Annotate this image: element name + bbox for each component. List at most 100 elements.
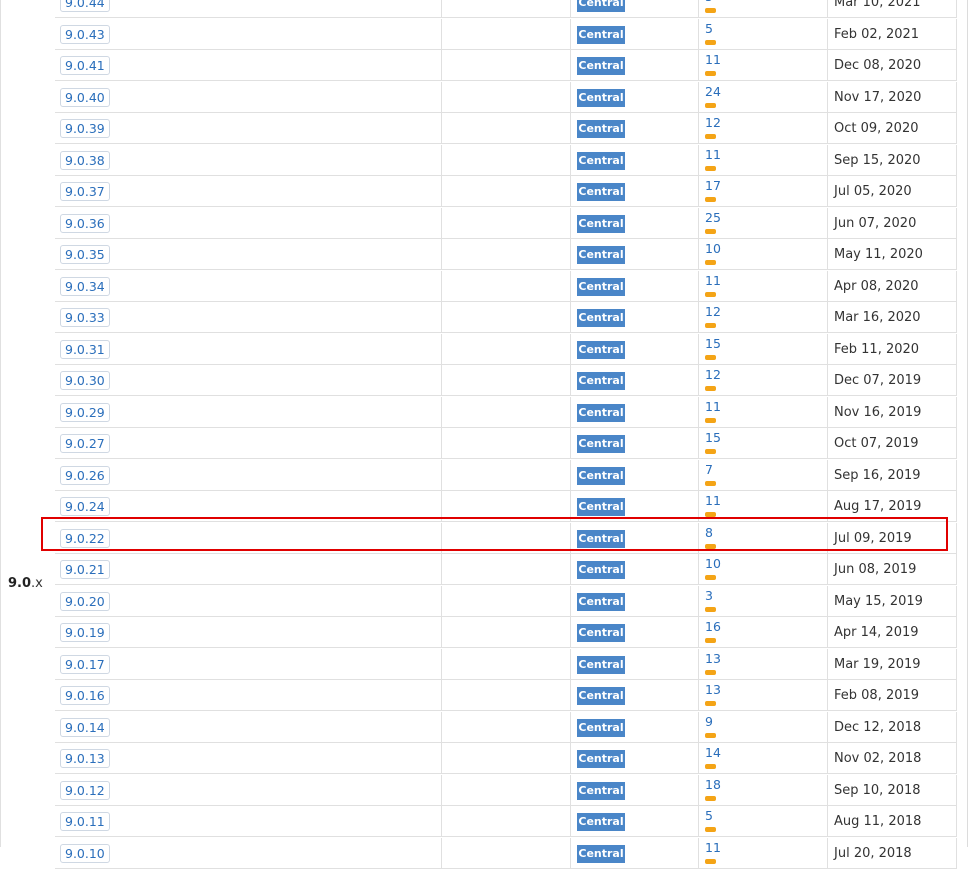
usages-link[interactable]: 3 [705,588,713,603]
usage-bar [705,355,716,360]
use-cell [699,806,828,837]
release-date: Sep 16, 2019 [834,468,921,483]
repository-badge[interactable]: Central [577,372,625,390]
version-link[interactable]: 9.0.33 [60,308,110,327]
mid-cell [442,50,571,81]
version-link[interactable]: 9.0.39 [60,119,110,138]
usages-link[interactable]: 11 [705,399,721,414]
usages-link[interactable]: 13 [705,651,721,666]
repository-badge[interactable]: Central [577,719,625,737]
usages-link[interactable]: 12 [705,304,721,319]
release-date: May 11, 2020 [834,247,923,262]
repository-badge[interactable]: Central [577,309,625,327]
usages-link[interactable]: 17 [705,178,721,193]
version-link[interactable]: 9.0.44 [60,0,110,12]
version-link[interactable]: 9.0.13 [60,749,110,768]
repository-badge[interactable]: Central [577,845,625,863]
release-date: Dec 08, 2020 [834,58,922,73]
version-link[interactable]: 9.0.11 [60,812,110,831]
usages-link[interactable]: 18 [705,777,721,792]
usages-link[interactable]: 11 [705,52,721,67]
version-link[interactable]: 9.0.14 [60,718,110,737]
repository-badge[interactable]: Central [577,246,625,264]
table-row: 9.0.35 Central 10 May 11, 2020 [0,239,977,270]
ver-cell [55,19,442,50]
usages-link[interactable]: 12 [705,115,721,130]
repository-badge[interactable]: Central [577,183,625,201]
version-link[interactable]: 9.0.43 [60,25,110,44]
version-link[interactable]: 9.0.40 [60,88,110,107]
repository-badge[interactable]: Central [577,215,625,233]
usages-link[interactable]: 7 [705,462,713,477]
version-link[interactable]: 9.0.30 [60,371,110,390]
usages-link[interactable]: 5 [705,808,713,823]
repository-badge[interactable]: Central [577,467,625,485]
usages-link[interactable]: 11 [705,493,721,508]
version-link[interactable]: 9.0.29 [60,403,110,422]
usages-link[interactable]: 10 [705,556,721,571]
mid-cell [442,554,571,585]
release-date: Jun 08, 2019 [834,562,917,577]
usages-link[interactable]: 15 [705,336,721,351]
repository-badge[interactable]: Central [577,152,625,170]
repository-badge[interactable]: Central [577,498,625,516]
version-link[interactable]: 9.0.26 [60,466,110,485]
version-link[interactable]: 9.0.20 [60,592,110,611]
usages-link[interactable]: 25 [705,210,721,225]
usages-link[interactable]: 5 [705,0,713,4]
usages-link[interactable]: 13 [705,682,721,697]
usages-link[interactable]: 16 [705,619,721,634]
repository-badge[interactable]: Central [577,278,625,296]
repository-badge[interactable]: Central [577,750,625,768]
version-link[interactable]: 9.0.17 [60,655,110,674]
repository-badge[interactable]: Central [577,813,625,831]
repository-badge[interactable]: Central [577,435,625,453]
repository-badge[interactable]: Central [577,26,625,44]
repository-badge[interactable]: Central [577,120,625,138]
usages-link[interactable]: 5 [705,21,713,36]
repository-badge[interactable]: Central [577,624,625,642]
mid-cell [442,428,571,459]
version-link[interactable]: 9.0.24 [60,497,110,516]
repository-badge[interactable]: Central [577,687,625,705]
version-link[interactable]: 9.0.19 [60,623,110,642]
version-link[interactable]: 9.0.21 [60,560,110,579]
usages-link[interactable]: 15 [705,430,721,445]
repository-badge[interactable]: Central [577,341,625,359]
usages-link[interactable]: 24 [705,84,721,99]
usages-link[interactable]: 14 [705,745,721,760]
ver-cell [55,428,442,459]
usages-link[interactable]: 9 [705,714,713,729]
ver-cell [55,208,442,239]
repository-badge[interactable]: Central [577,656,625,674]
ver-cell [55,712,442,743]
version-link[interactable]: 9.0.12 [60,781,110,800]
usage-bar [705,638,716,643]
usage-bar [705,827,716,832]
usages-link[interactable]: 11 [705,273,721,288]
version-link[interactable]: 9.0.41 [60,56,110,75]
repository-badge[interactable]: Central [577,57,625,75]
repository-badge[interactable]: Central [577,89,625,107]
version-link[interactable]: 9.0.31 [60,340,110,359]
mid-cell [442,649,571,680]
usages-link[interactable]: 11 [705,147,721,162]
usages-link[interactable]: 10 [705,241,721,256]
repository-badge[interactable]: Central [577,593,625,611]
version-link[interactable]: 9.0.38 [60,151,110,170]
usages-link[interactable]: 12 [705,367,721,382]
version-link[interactable]: 9.0.36 [60,214,110,233]
usage-bar [705,260,716,265]
version-link[interactable]: 9.0.37 [60,182,110,201]
version-link[interactable]: 9.0.16 [60,686,110,705]
usages-link[interactable]: 11 [705,840,721,855]
ver-cell [55,586,442,617]
version-link[interactable]: 9.0.34 [60,277,110,296]
table-row: 9.0.44 Central 5 Mar 10, 2021 [0,0,977,18]
version-link[interactable]: 9.0.35 [60,245,110,264]
repository-badge[interactable]: Central [577,561,625,579]
version-link[interactable]: 9.0.27 [60,434,110,453]
repository-badge[interactable]: Central [577,0,625,12]
repository-badge[interactable]: Central [577,404,625,422]
repository-badge[interactable]: Central [577,782,625,800]
